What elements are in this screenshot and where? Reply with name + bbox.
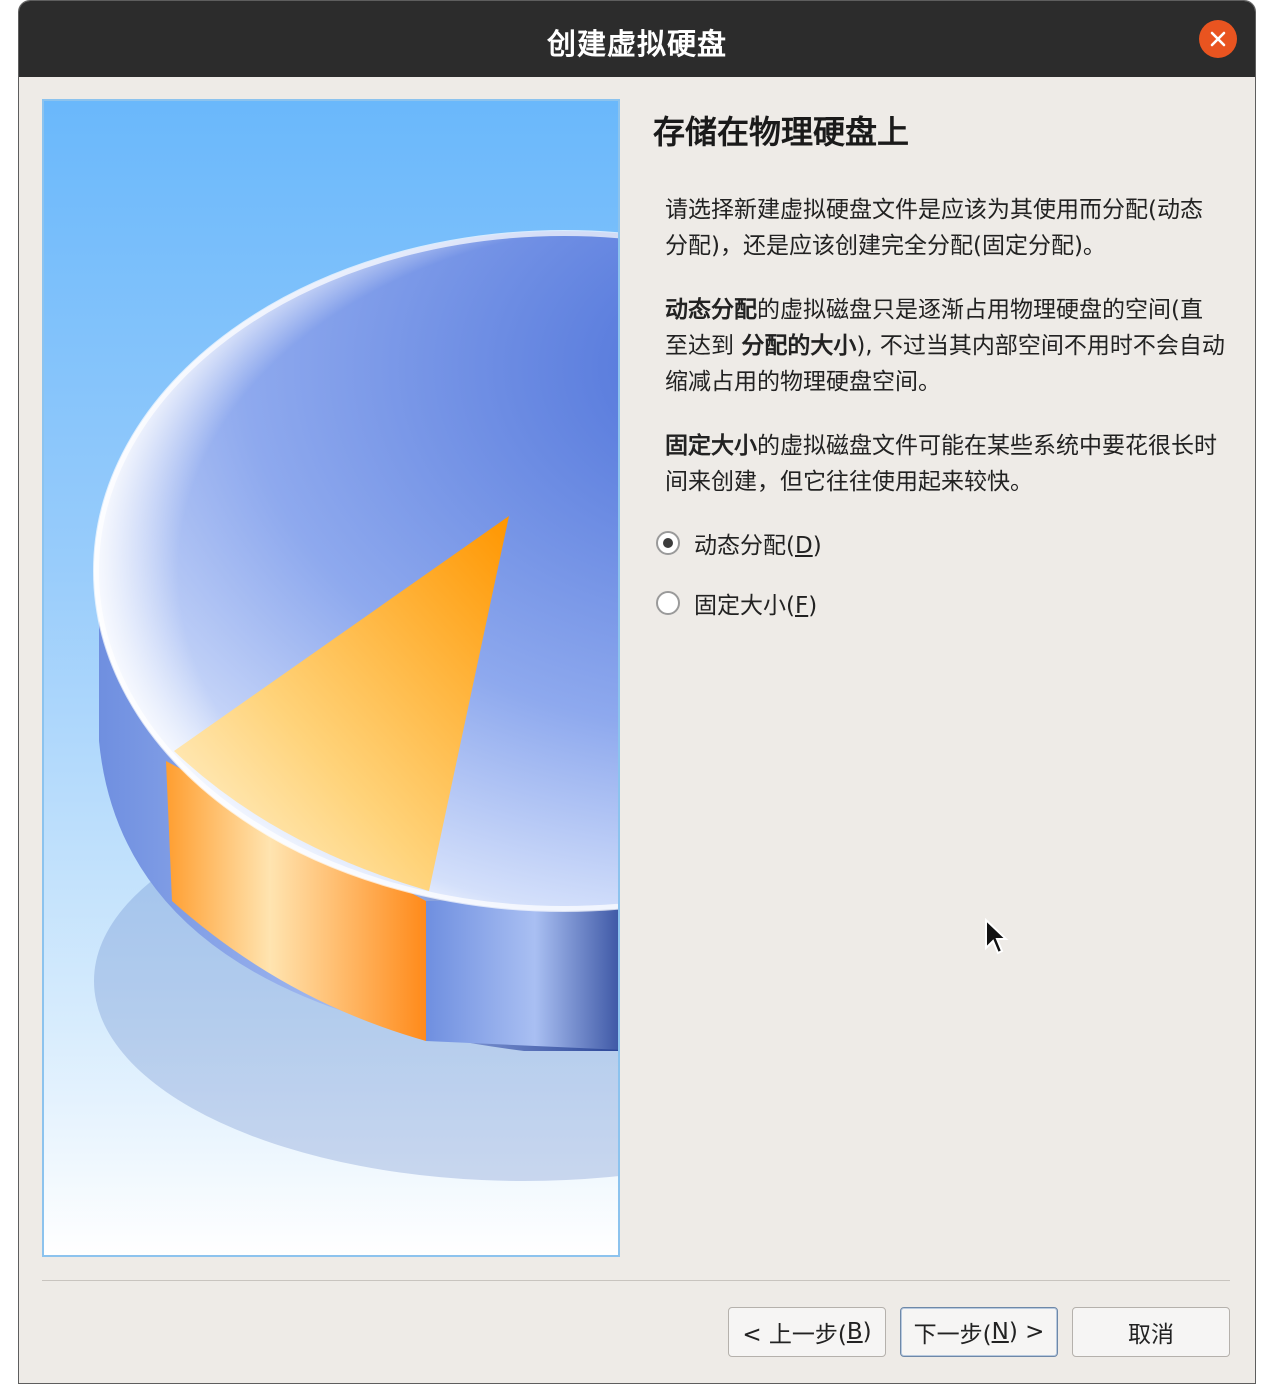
radio-dynamic[interactable]: 动态分配(D) <box>656 526 822 560</box>
dialog-window: 创建虚拟硬盘 存储在物理硬盘上 请选择新建虚拟硬盘文件是应该为其使用而分配(动态… <box>18 0 1256 1384</box>
radio-fixed-label[interactable]: 固定大小(F) <box>694 586 817 620</box>
radio-dynamic-label[interactable]: 动态分配(D) <box>694 526 822 560</box>
window-title: 创建虚拟硬盘 <box>546 27 727 61</box>
hard-disk-illustration <box>42 99 620 1257</box>
fixed-description: 固定大小的虚拟磁盘文件可能在某些系统中要花很长时间来创建，但它往往使用起来较快。 <box>665 428 1225 500</box>
back-button[interactable]: < 上一步(B) <box>728 1307 886 1357</box>
close-icon[interactable] <box>1199 20 1237 58</box>
dynamic-description: 动态分配的虚拟磁盘只是逐渐占用物理硬盘的空间(直至达到 分配的大小), 不过当其… <box>665 292 1225 400</box>
radio-fixed[interactable]: 固定大小(F) <box>656 586 817 620</box>
mouse-cursor-icon <box>985 918 1009 955</box>
separator <box>42 1280 1230 1281</box>
disk-pie-icon <box>93 230 618 1181</box>
cancel-button[interactable]: 取消 <box>1072 1307 1230 1357</box>
page-title: 存储在物理硬盘上 <box>653 113 910 151</box>
next-button[interactable]: 下一步(N) > <box>900 1307 1058 1357</box>
allocated-size-term: 分配的大小 <box>741 333 857 359</box>
title-bar[interactable]: 创建虚拟硬盘 <box>19 1 1255 77</box>
radio-button-checked-icon[interactable] <box>656 531 680 555</box>
dynamic-term: 动态分配 <box>665 297 757 323</box>
intro-text: 请选择新建虚拟硬盘文件是应该为其使用而分配(动态分配)，还是应该创建完全分配(固… <box>665 197 1203 259</box>
radio-button-icon[interactable] <box>656 591 680 615</box>
fixed-term: 固定大小 <box>665 433 757 459</box>
